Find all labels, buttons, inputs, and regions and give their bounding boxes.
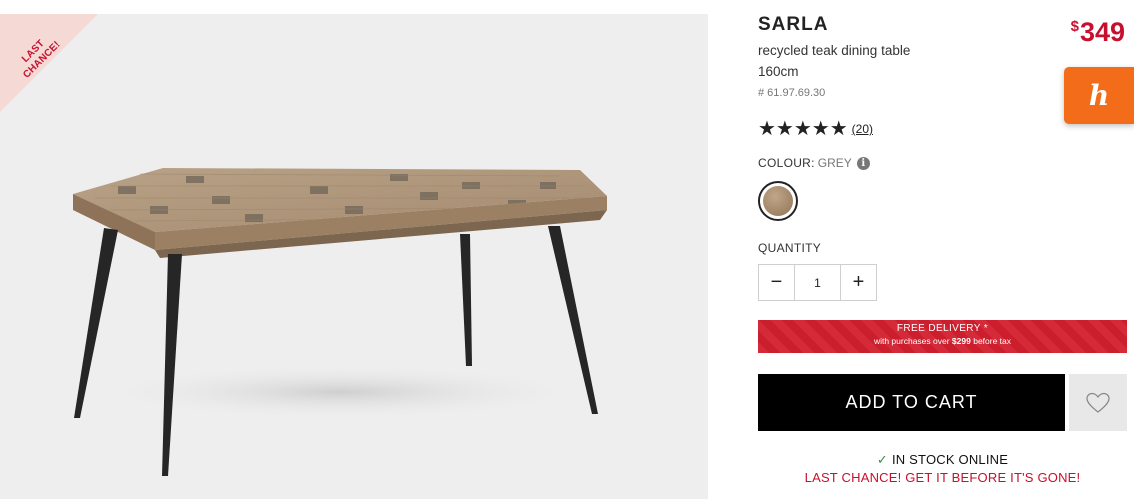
product-sku: # 61.97.69.30 — [758, 87, 826, 99]
price-currency: $ — [1070, 18, 1079, 35]
honey-extension-icon[interactable]: h — [1064, 67, 1134, 124]
colour-value: GREY — [817, 156, 852, 170]
product-rating[interactable]: ★★★★★ (20) — [758, 118, 873, 140]
last-chance-badge: LAST CHANCE! — [0, 14, 134, 154]
product-image-panel[interactable]: LAST CHANCE! — [0, 14, 708, 499]
check-icon: ✓ — [876, 452, 888, 467]
review-count-link[interactable]: (20) — [852, 122, 873, 136]
last-chance-message: LAST CHANCE! GET IT BEFORE IT'S GONE! — [804, 470, 1081, 485]
product-description: recycled teak dining table 160cm — [758, 40, 910, 82]
info-icon[interactable]: i — [856, 156, 870, 170]
quantity-label: QUANTITY — [758, 241, 822, 255]
wishlist-button[interactable] — [1069, 374, 1127, 431]
add-to-cart-button[interactable]: ADD TO CART — [758, 374, 1065, 431]
quantity-stepper: − 1 + — [758, 264, 877, 301]
product-description-line-1: recycled teak dining table — [758, 43, 911, 58]
quantity-decrease-button[interactable]: − — [759, 265, 795, 300]
quantity-input[interactable]: 1 — [795, 265, 840, 300]
stock-status-text: IN STOCK ONLINE — [891, 452, 1009, 467]
free-delivery-banner[interactable]: FREE DELIVERY * with purchases over $299… — [758, 320, 1127, 353]
delivery-amount: $299 — [951, 336, 971, 346]
rating-stars: ★★★★★ — [758, 118, 848, 140]
product-name: SARLA — [758, 14, 829, 35]
quantity-increase-button[interactable]: + — [840, 265, 876, 300]
delivery-prefix: with purchases over — [873, 336, 950, 346]
product-price: $349 — [1071, 17, 1125, 48]
delivery-suffix: before tax — [973, 336, 1012, 346]
delivery-details: with purchases over $299 before tax — [758, 335, 1127, 347]
honey-glyph: h — [1088, 79, 1110, 112]
stock-status: ✓ IN STOCK ONLINE — [758, 452, 1127, 468]
delivery-headline: FREE DELIVERY * — [896, 323, 989, 334]
colour-row: COLOUR: GREY i — [758, 156, 870, 170]
colour-swatch-grey[interactable] — [758, 181, 798, 221]
heart-icon — [1086, 392, 1110, 413]
product-description-line-2: 160cm — [758, 64, 799, 79]
colour-label: COLOUR: — [758, 156, 815, 170]
price-amount: 349 — [1079, 17, 1125, 47]
swatch-fill — [763, 186, 793, 216]
